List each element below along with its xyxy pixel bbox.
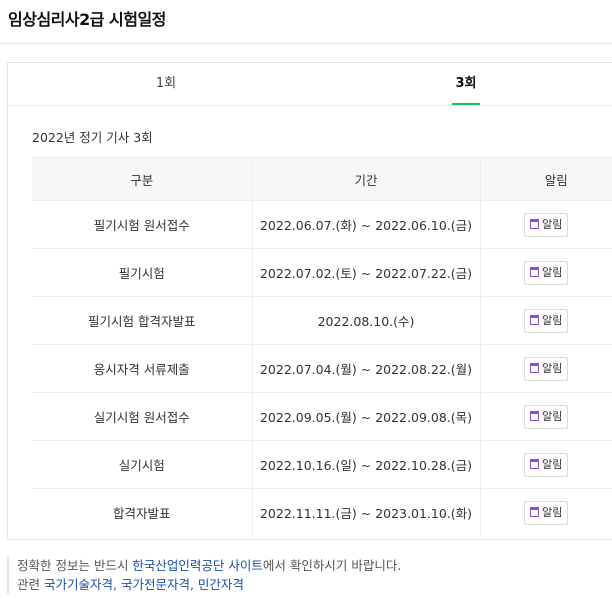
calendar-icon [530,218,540,229]
alarm-label: 알림 [542,409,563,423]
notice-line-1: 정확한 정보는 반드시 한국산업인력공단 사이트에서 확인하시기 바랍니다. [17,556,401,575]
table-row: 실기시험 2022.10.16.(일) ~ 2022.10.28.(금) 알림 [32,440,612,489]
alarm-button[interactable]: 알림 [524,404,569,429]
notice-box: 정확한 정보는 반드시 한국산업인력공단 사이트에서 확인하시기 바랍니다. 관… [7,556,401,594]
row-period: 2022.09.05.(월) ~ 2022.09.08.(목) [251,392,480,441]
row-period: 2022.10.16.(일) ~ 2022.10.28.(금) [251,440,480,489]
row-category: 필기시험 [32,248,252,297]
row-category: 필기시험 원서접수 [32,200,252,249]
row-alarm-cell: 알림 [479,488,612,536]
row-category: 필기시험 합격자발표 [32,296,252,345]
alarm-label: 알림 [542,265,563,279]
notice-line-2: 관련 국가기술자격, 국가전문자격, 민간자격 [17,575,401,594]
header-alarm: 알림 [479,157,612,201]
alarm-label: 알림 [542,361,563,375]
calendar-icon [530,506,540,517]
notice-related-label: 관련 [17,577,44,592]
row-category: 합격자발표 [112,506,171,521]
alarm-label: 알림 [542,313,563,327]
calendar-icon [530,362,540,373]
row-alarm-cell: 알림 [479,440,612,489]
row-alarm-cell: 알림 [479,344,612,393]
alarm-button[interactable]: 알림 [524,452,569,477]
row-category: 응시자격 서류제출 [32,344,252,393]
table-row: 필기시험 합격자발표 2022.08.10.(수) 알림 [32,296,612,345]
row-alarm-cell: 알림 [479,248,612,297]
calendar-icon [530,266,540,277]
calendar-icon [530,410,540,421]
notice-text: 정확한 정보는 반드시 [17,558,133,573]
schedule-table: 구분 기간 알림 필기시험 원서접수 2022.06.07.(화) ~ 2022.… [32,157,612,536]
row-period: 2022.06.07.(화) ~ 2022.06.10.(금) [251,200,480,249]
link-national-professional[interactable]: 국가전문자격 [121,577,190,592]
alarm-label: 알림 [542,457,563,471]
alarm-button[interactable]: 알림 [524,356,569,381]
header-category: 구분 [32,157,252,201]
table-header-row: 구분 기간 알림 [32,157,612,201]
alarm-label: 알림 [542,217,563,231]
alarm-button[interactable]: 알림 [524,260,569,285]
alarm-button[interactable]: 알림 [524,500,569,525]
tab-round-3[interactable]: 3회 [436,63,496,105]
row-period: 2022.11.11.(금) ~ 2023.01.10.(화) [251,488,480,536]
row-period: 2022.07.02.(토) ~ 2022.07.22.(금) [251,248,480,297]
alarm-label: 알림 [542,505,563,519]
tab-round-1[interactable]: 1회 [136,63,196,105]
calendar-icon [530,314,540,325]
page-title: 임상심리사2급 시험일정 [8,10,166,29]
header-period: 기간 [251,157,480,201]
alarm-button[interactable]: 알림 [524,308,569,333]
row-alarm-cell: 알림 [479,200,612,249]
table-row: 필기시험 2022.07.02.(토) ~ 2022.07.22.(금) 알림 [32,248,612,297]
row-category: 실기시험 [32,440,252,489]
separator: , [113,577,121,592]
alarm-button[interactable]: 알림 [524,212,569,237]
notice-text: 에서 확인하시기 바랍니다. [262,558,402,573]
row-period: 2022.08.10.(수) [251,296,480,345]
schedule-card: 1회 3회 2022년 정기 기사 3회 구분 기간 알림 필기시험 원서접수 2… [7,62,612,540]
calendar-icon [530,458,540,469]
round-tabs: 1회 3회 [8,63,612,106]
row-period: 2022.07.04.(월) ~ 2022.08.22.(월) [251,344,480,393]
link-private[interactable]: 민간자격 [198,577,244,592]
table-row: 합격자발표 2022.11.11.(금) ~ 2023.01.10.(화) 알림 [32,488,612,536]
separator: , [189,577,198,592]
row-alarm-cell: 알림 [479,296,612,345]
section-title: 2022년 정기 기사 3회 [32,130,153,145]
table-row: 응시자격 서류제출 2022.07.04.(월) ~ 2022.08.22.(월)… [32,344,612,393]
row-category: 실기시험 원서접수 [32,392,252,441]
link-national-technical[interactable]: 국가기술자격 [44,577,113,592]
table-row: 필기시험 원서접수 2022.06.07.(화) ~ 2022.06.10.(금)… [32,200,612,249]
row-alarm-cell: 알림 [479,392,612,441]
hrdkorea-site-link[interactable]: 한국산업인력공단 사이트 [132,558,262,573]
header: 임상심리사2급 시험일정 [0,0,612,44]
table-row: 실기시험 원서접수 2022.09.05.(월) ~ 2022.09.08.(목)… [32,392,612,441]
